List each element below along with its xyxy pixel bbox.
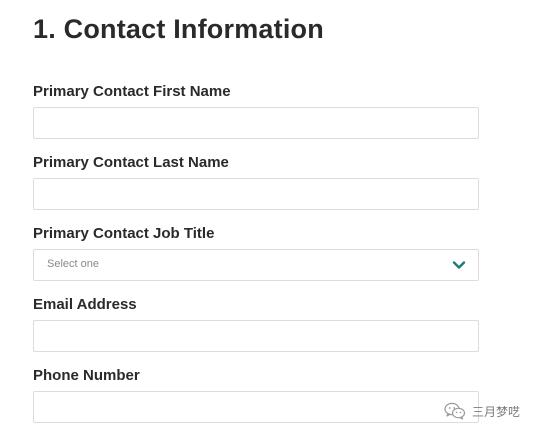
first-name-label: Primary Contact First Name xyxy=(33,83,231,100)
email-field-container xyxy=(33,320,479,352)
phone-label: Phone Number xyxy=(33,367,140,384)
watermark: 三月梦呓 xyxy=(444,402,520,420)
last-name-field-container xyxy=(33,178,479,210)
watermark-label: 三月梦呓 xyxy=(472,404,521,419)
job-title-selected-value: Select one xyxy=(47,258,99,270)
section-title: 1. Contact Information xyxy=(33,14,324,44)
phone-field-container xyxy=(33,391,479,423)
chevron-down-icon xyxy=(452,261,466,269)
email-input[interactable] xyxy=(34,321,478,351)
phone-input[interactable] xyxy=(34,392,478,422)
first-name-field-container xyxy=(33,107,479,139)
last-name-label: Primary Contact Last Name xyxy=(33,154,229,171)
job-title-select[interactable]: Select one xyxy=(33,249,479,281)
job-title-label: Primary Contact Job Title xyxy=(33,225,215,242)
first-name-input[interactable] xyxy=(34,108,478,138)
wechat-logo-icon xyxy=(444,402,466,420)
email-label: Email Address xyxy=(33,296,137,313)
last-name-input[interactable] xyxy=(34,179,478,209)
